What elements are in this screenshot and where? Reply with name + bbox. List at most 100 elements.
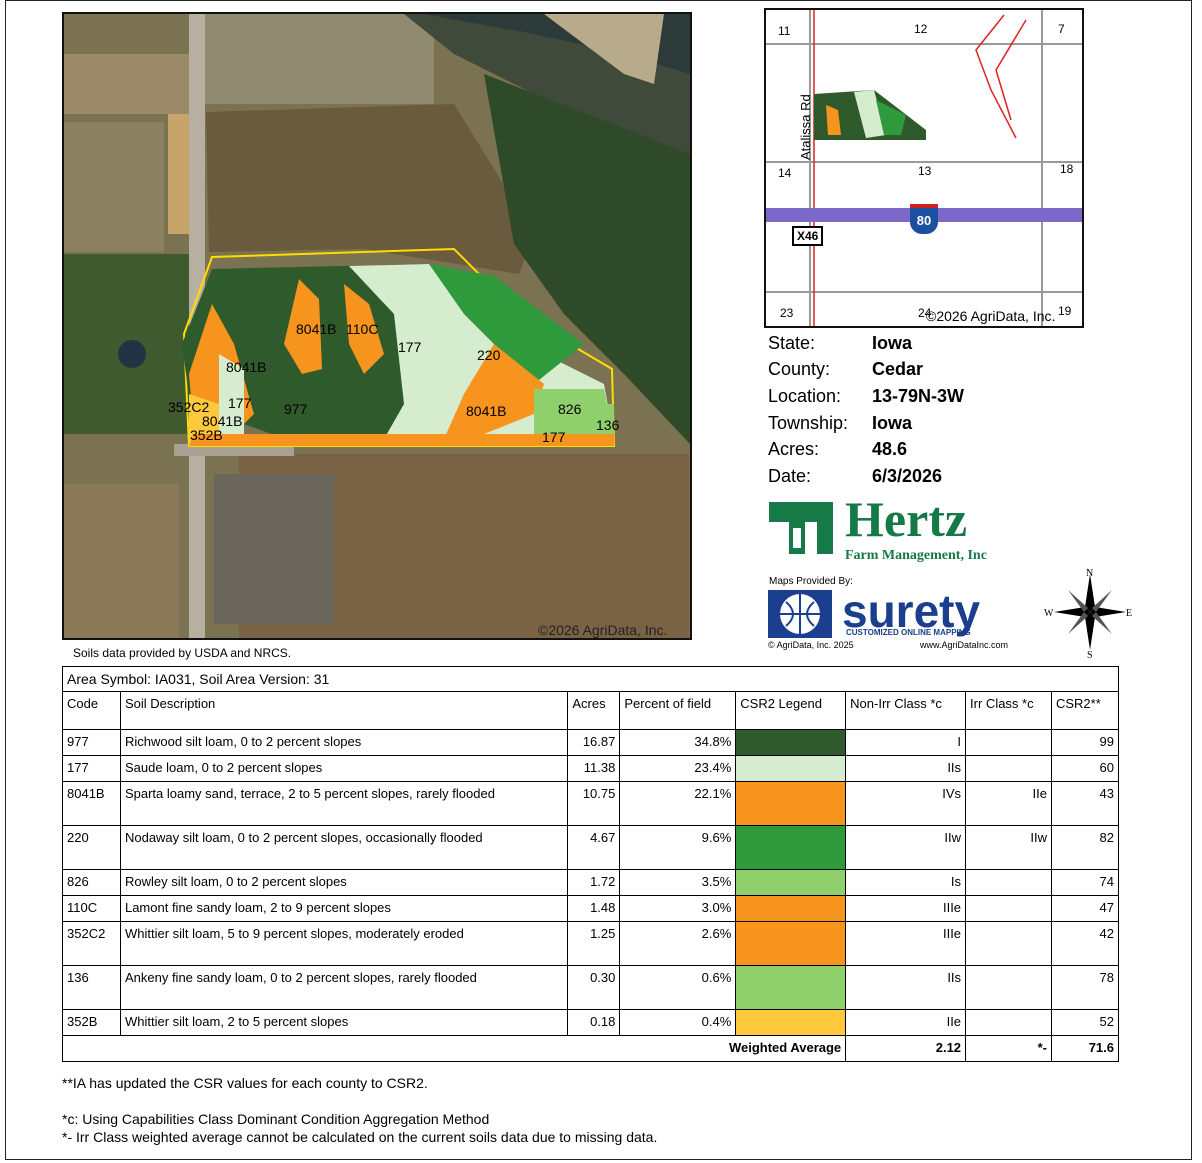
weighted-csr2: 71.6: [1050, 1035, 1120, 1062]
aerial-soil-map: 8041B 110C 177 220 8041B 977 8041B 177 3…: [62, 12, 692, 640]
footnote: *- Irr Class weighted average cannot be …: [62, 1129, 658, 1145]
soil-description: Richwood silt loam, 0 to 2 percent slope…: [119, 729, 569, 756]
surety-tagline: CUSTOMIZED ONLINE MAPPING: [846, 628, 971, 637]
interstate-shield-icon: 80: [910, 204, 938, 234]
csr2-value: 43: [1050, 781, 1120, 826]
weighted-label: Weighted Average: [61, 1035, 847, 1062]
soil-description: Ankeny fine sandy loam, 0 to 2 percent s…: [119, 965, 569, 1010]
irr-class: [965, 755, 1052, 782]
soil-percent: 0.6%: [619, 965, 737, 1010]
map-label: 177: [542, 429, 566, 445]
map-label: 8041B: [296, 321, 336, 337]
soil-description: Whittier silt loam, 5 to 9 percent slope…: [119, 921, 569, 966]
section-label: 19: [1058, 304, 1072, 318]
soil-percent: 23.4%: [619, 755, 737, 782]
irr-class: [965, 965, 1052, 1010]
info-row: Location: 13-79N-3W: [768, 383, 964, 410]
compass-e: E: [1126, 608, 1132, 619]
compass-n: N: [1086, 568, 1093, 579]
soil-acres: 1.25: [567, 921, 621, 966]
weighted-nonirr: 2.12: [845, 1035, 967, 1062]
soil-description: Nodaway silt loam, 0 to 2 percent slopes…: [119, 825, 569, 870]
table-row: 826 Rowley silt loam, 0 to 2 percent slop…: [62, 869, 1120, 896]
soil-acres: 16.87: [567, 729, 621, 756]
map-label: 136: [596, 417, 620, 433]
csr2-value: 42: [1050, 921, 1120, 966]
col-header: CSR2**: [1050, 691, 1120, 730]
info-key: Acres:: [768, 439, 820, 460]
info-key: Date:: [768, 465, 812, 486]
soil-acres: 4.67: [567, 825, 621, 870]
info-value: Iowa: [872, 412, 913, 433]
info-key: State:: [768, 332, 816, 353]
info-row: State: Iowa: [768, 330, 964, 357]
section-label: 13: [918, 164, 932, 178]
soil-acres: 0.30: [567, 965, 621, 1010]
irr-class: [965, 921, 1052, 966]
location-copyright: ©2026 AgriData, Inc.: [926, 308, 1056, 324]
csr2-swatch: [735, 965, 847, 1010]
info-value: Iowa: [872, 332, 913, 353]
map-copyright: ©2026 AgriData, Inc.: [538, 622, 668, 638]
soil-acres: 0.18: [567, 1009, 621, 1036]
irr-class: IIe: [965, 781, 1052, 826]
section-label: 7: [1058, 22, 1065, 36]
soil-description: Rowley silt loam, 0 to 2 percent slopes: [119, 869, 569, 896]
info-row: Acres: 48.6: [768, 436, 964, 463]
hertz-subtitle: Farm Management, Inc: [845, 548, 987, 563]
section-label: 23: [780, 306, 794, 320]
soil-code: 177: [62, 755, 121, 782]
section-label: 18: [1060, 162, 1074, 176]
section-label: 11: [778, 24, 791, 38]
soil-code: 352B: [62, 1009, 121, 1036]
csr2-swatch: [735, 781, 847, 826]
nonirr-class: IVs: [845, 781, 967, 826]
soil-description: Sparta loamy sand, terrace, 2 to 5 perce…: [119, 781, 569, 826]
footnotes: **IA has updated the CSR values for each…: [62, 1074, 657, 1146]
map-label: 177: [228, 395, 252, 411]
footnote: *c: Using Capabilities Class Dominant Co…: [62, 1111, 490, 1127]
info-value: 13-79N-3W: [872, 385, 965, 406]
weighted-irr: *-: [965, 1035, 1052, 1062]
soil-description: Saude loam, 0 to 2 percent slopes: [119, 755, 569, 782]
csr2-value: 78: [1050, 965, 1120, 1010]
surety-logo: surety CUSTOMIZED ONLINE MAPPING © AgriD…: [768, 585, 1028, 650]
weighted-average-row: Weighted Average 2.12 *- 71.6: [61, 1035, 1120, 1062]
soil-percent: 3.0%: [619, 895, 737, 922]
soil-percent: 3.5%: [619, 869, 737, 896]
map-label: 826: [558, 401, 582, 417]
info-key: County:: [768, 359, 831, 380]
col-header: Soil Description: [119, 691, 569, 730]
soil-description: Lamont fine sandy loam, 2 to 9 percent s…: [119, 895, 569, 922]
csr2-value: 60: [1050, 755, 1120, 782]
table-row: 136 Ankeny fine sandy loam, 0 to 2 percen…: [62, 965, 1120, 1010]
soil-code: 136: [62, 965, 121, 1010]
info-row: Date: 6/3/2026: [768, 463, 964, 490]
irr-class: [965, 1009, 1052, 1036]
nonirr-class: IIIe: [845, 895, 967, 922]
soil-acres: 10.75: [567, 781, 621, 826]
compass-w: W: [1044, 608, 1054, 619]
soil-acres: 1.48: [567, 895, 621, 922]
globe-icon: [768, 590, 832, 638]
nonirr-class: Is: [845, 869, 967, 896]
surety-url: www.AgriDataInc.com: [920, 640, 1009, 650]
col-header: Percent of field: [619, 691, 737, 730]
csr2-value: 47: [1050, 895, 1120, 922]
area-symbol: Area Symbol: IA031, Soil Area Version: 3…: [62, 666, 1119, 692]
property-info: State: Iowa County: Cedar Location: 13-79N-…: [768, 330, 964, 490]
info-key: Location:: [768, 385, 842, 406]
route-shield: X46: [792, 226, 824, 246]
nonirr-class: IIIe: [845, 921, 967, 966]
info-value: 48.6: [872, 439, 908, 460]
col-header: Acres: [567, 691, 621, 730]
info-value: Cedar: [872, 359, 924, 380]
hertz-name: Hertz: [845, 491, 968, 547]
map-label: 110C: [346, 321, 378, 337]
soil-table: Area Symbol: IA031, Soil Area Version: 3…: [61, 666, 1120, 1062]
soil-code: 220: [62, 825, 121, 870]
soil-description: Whittier silt loam, 2 to 5 percent slope…: [119, 1009, 569, 1036]
nonirr-class: IIs: [845, 755, 967, 782]
soil-code: 977: [62, 729, 121, 756]
hertz-logo: Hertz Farm Management, Inc: [765, 491, 1045, 568]
